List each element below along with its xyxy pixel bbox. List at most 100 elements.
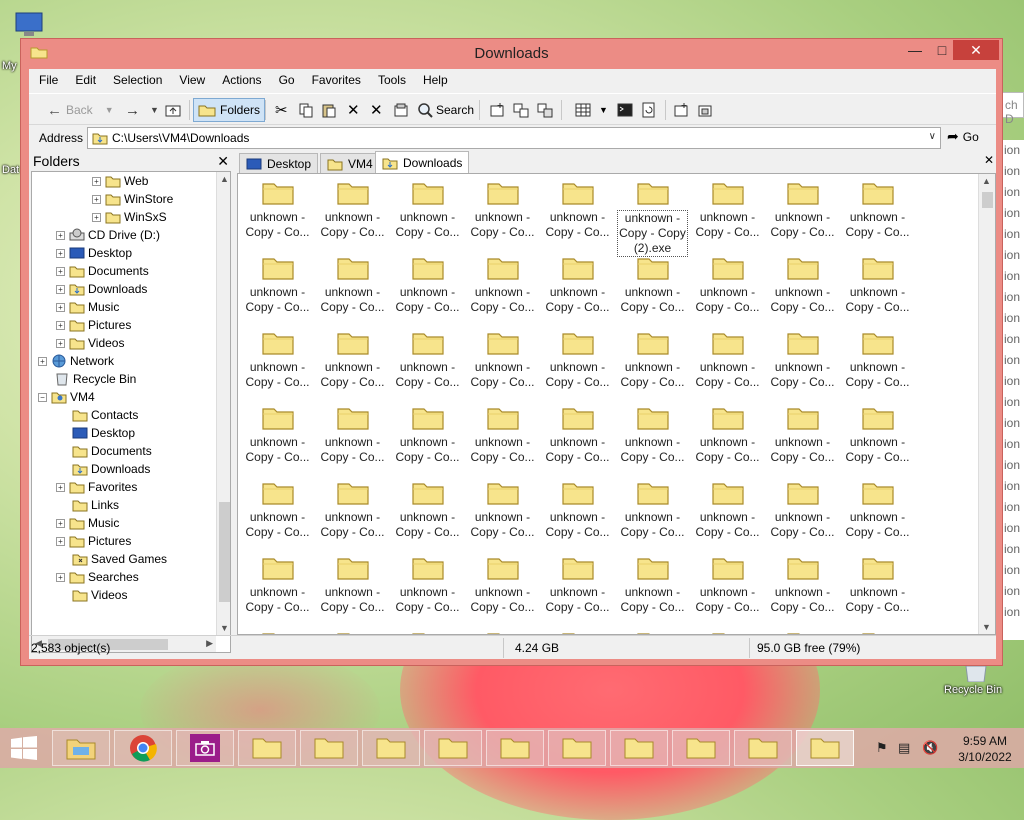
flag-icon[interactable]: ⚑ <box>876 740 888 756</box>
address-input[interactable]: C:\Users\VM4\Downloads ∨ <box>87 127 941 149</box>
file-item[interactable]: unknown -Copy - Co... <box>765 476 840 551</box>
file-item[interactable]: unknown -Copy - Co... <box>315 401 390 476</box>
search-button[interactable]: Search <box>417 98 474 122</box>
close-icon[interactable]: ✕ <box>217 151 229 171</box>
move-to-button[interactable]: ✕ <box>347 98 360 122</box>
menu-favorites[interactable]: Favorites <box>312 73 361 87</box>
file-item[interactable]: unknown -Copy - Co... <box>540 176 615 251</box>
taskbar-folder-window[interactable] <box>424 730 482 766</box>
expand-icon[interactable]: + <box>56 248 65 258</box>
menu-view[interactable]: View <box>179 73 205 87</box>
title-bar[interactable]: Downloads — □ ✕ <box>21 39 1002 67</box>
taskbar-folder-window[interactable] <box>796 730 854 766</box>
menu-tools[interactable]: Tools <box>378 73 406 87</box>
cut-button[interactable]: ✂ <box>275 98 288 122</box>
tree-item[interactable]: Saved Games <box>72 550 167 568</box>
file-item[interactable]: unknown -Copy - Co... <box>315 626 390 634</box>
file-item[interactable]: unknown -Copy - Co... <box>615 551 690 626</box>
file-item[interactable]: unknown -Copy - Co... <box>465 401 540 476</box>
file-item[interactable]: unknown -Copy - Co... <box>315 551 390 626</box>
scroll-thumb[interactable] <box>219 502 230 602</box>
view-button[interactable]: ▼ <box>575 98 608 122</box>
expand-icon[interactable]: + <box>92 212 101 222</box>
copy-button[interactable] <box>298 98 314 122</box>
file-item[interactable]: unknown -Copy - Co... <box>690 626 765 634</box>
expand-icon[interactable]: + <box>56 572 65 582</box>
file-item[interactable]: unknown -Copy - Co... <box>240 401 315 476</box>
file-item[interactable]: unknown -Copy - Co... <box>465 551 540 626</box>
file-item[interactable]: unknown -Copy - Co... <box>315 176 390 251</box>
tree-item[interactable]: + Music <box>56 514 119 532</box>
file-item[interactable]: unknown -Copy - Co... <box>615 401 690 476</box>
file-item[interactable]: unknown -Copy - Co... <box>390 326 465 401</box>
file-item[interactable]: unknown -Copy - Co... <box>615 476 690 551</box>
tree-item[interactable]: + Music <box>56 298 119 316</box>
taskbar-folder-window[interactable] <box>610 730 668 766</box>
tree-item[interactable]: Recycle Bin <box>54 370 136 388</box>
file-item[interactable]: unknown -Copy - Co... <box>765 551 840 626</box>
file-item[interactable]: unknown -Copy - Co... <box>615 251 690 326</box>
file-item[interactable]: unknown -Copy - Co... <box>840 176 915 251</box>
file-item[interactable]: unknown -Copy - Co... <box>690 401 765 476</box>
taskbar-folder-window[interactable] <box>300 730 358 766</box>
taskbar-folder-window[interactable] <box>548 730 606 766</box>
file-item[interactable]: unknown -Copy - Co... <box>540 326 615 401</box>
tree-item[interactable]: + Pictures <box>56 532 131 550</box>
taskbar-folder-window[interactable] <box>238 730 296 766</box>
network-icon[interactable]: ▤ <box>898 740 910 756</box>
expand-icon[interactable]: + <box>56 266 65 276</box>
go-button[interactable]: ➦ Go <box>947 128 979 145</box>
minimize-button[interactable]: — <box>900 40 930 60</box>
file-item[interactable]: unknown -Copy - Co... <box>840 476 915 551</box>
expand-icon[interactable]: + <box>38 356 47 366</box>
file-item[interactable]: unknown -Copy - Co... <box>240 251 315 326</box>
file-item[interactable]: unknown -Copy - Co... <box>540 551 615 626</box>
file-item[interactable]: unknown -Copy - Co... <box>765 176 840 251</box>
tree-item[interactable]: + Videos <box>56 334 124 352</box>
file-item[interactable]: unknown -Copy - Co... <box>690 326 765 401</box>
scroll-down-icon[interactable]: ▼ <box>982 622 991 632</box>
taskbar-chrome[interactable] <box>114 730 172 766</box>
file-item[interactable]: unknown -Copy - Co... <box>315 326 390 401</box>
tree-item[interactable]: Downloads <box>72 460 150 478</box>
file-item[interactable]: unknown -Copy - Co... <box>615 626 690 634</box>
file-item[interactable]: unknown -Copy - Co... <box>840 551 915 626</box>
file-item[interactable]: unknown -Copy - Co... <box>765 326 840 401</box>
file-item[interactable]: unknown -Copy - Co... <box>840 401 915 476</box>
properties-button[interactable] <box>393 98 409 122</box>
tree-item[interactable]: + Favorites <box>56 478 137 496</box>
expand-icon[interactable]: + <box>92 176 101 186</box>
file-item[interactable]: unknown -Copy - Co... <box>690 551 765 626</box>
new-folder-button[interactable] <box>489 98 505 122</box>
taskbar-folder-window[interactable] <box>672 730 730 766</box>
delete-button[interactable]: ✕ <box>370 98 383 122</box>
file-item[interactable]: unknown -Copy - Co... <box>240 326 315 401</box>
file-item[interactable]: unknown -Copy - Co... <box>840 626 915 634</box>
tree-item[interactable]: Videos <box>72 586 127 604</box>
expand-icon[interactable]: + <box>56 482 65 492</box>
file-item[interactable]: unknown -Copy - Co... <box>465 251 540 326</box>
tree-item[interactable]: + Documents <box>56 262 149 280</box>
expand-icon[interactable]: + <box>56 536 65 546</box>
scroll-up-icon[interactable]: ▲ <box>220 174 229 184</box>
scroll-thumb[interactable] <box>982 192 993 208</box>
move-to-folder-button[interactable] <box>537 98 553 122</box>
file-item[interactable]: unknown -Copy - Co... <box>690 476 765 551</box>
collapse-icon[interactable]: − <box>38 392 47 402</box>
tree-item[interactable]: + WinStore <box>92 190 173 208</box>
tree-item[interactable]: + CD Drive (D:) <box>56 226 160 244</box>
menu-edit[interactable]: Edit <box>75 73 96 87</box>
expand-icon[interactable]: + <box>56 230 65 240</box>
forward-dropdown-icon[interactable]: ▼ <box>150 105 159 115</box>
scroll-up-icon[interactable]: ▲ <box>982 176 991 186</box>
tree-item[interactable]: + Web <box>92 172 148 190</box>
file-list[interactable]: unknown - Copy - Co... unknown - Copy - Co.… <box>237 173 996 635</box>
file-item[interactable]: unknown -Copy - Co... <box>390 176 465 251</box>
menu-go[interactable]: Go <box>279 73 295 87</box>
file-item[interactable]: unknown -Copy - Co... <box>465 476 540 551</box>
file-item[interactable]: unknown -Copy - Co... <box>240 626 315 634</box>
close-tab-icon[interactable]: ✕ <box>984 153 994 167</box>
menu-actions[interactable]: Actions <box>222 73 261 87</box>
start-button[interactable] <box>10 736 38 763</box>
tree-item[interactable]: − VM4 <box>38 388 95 406</box>
